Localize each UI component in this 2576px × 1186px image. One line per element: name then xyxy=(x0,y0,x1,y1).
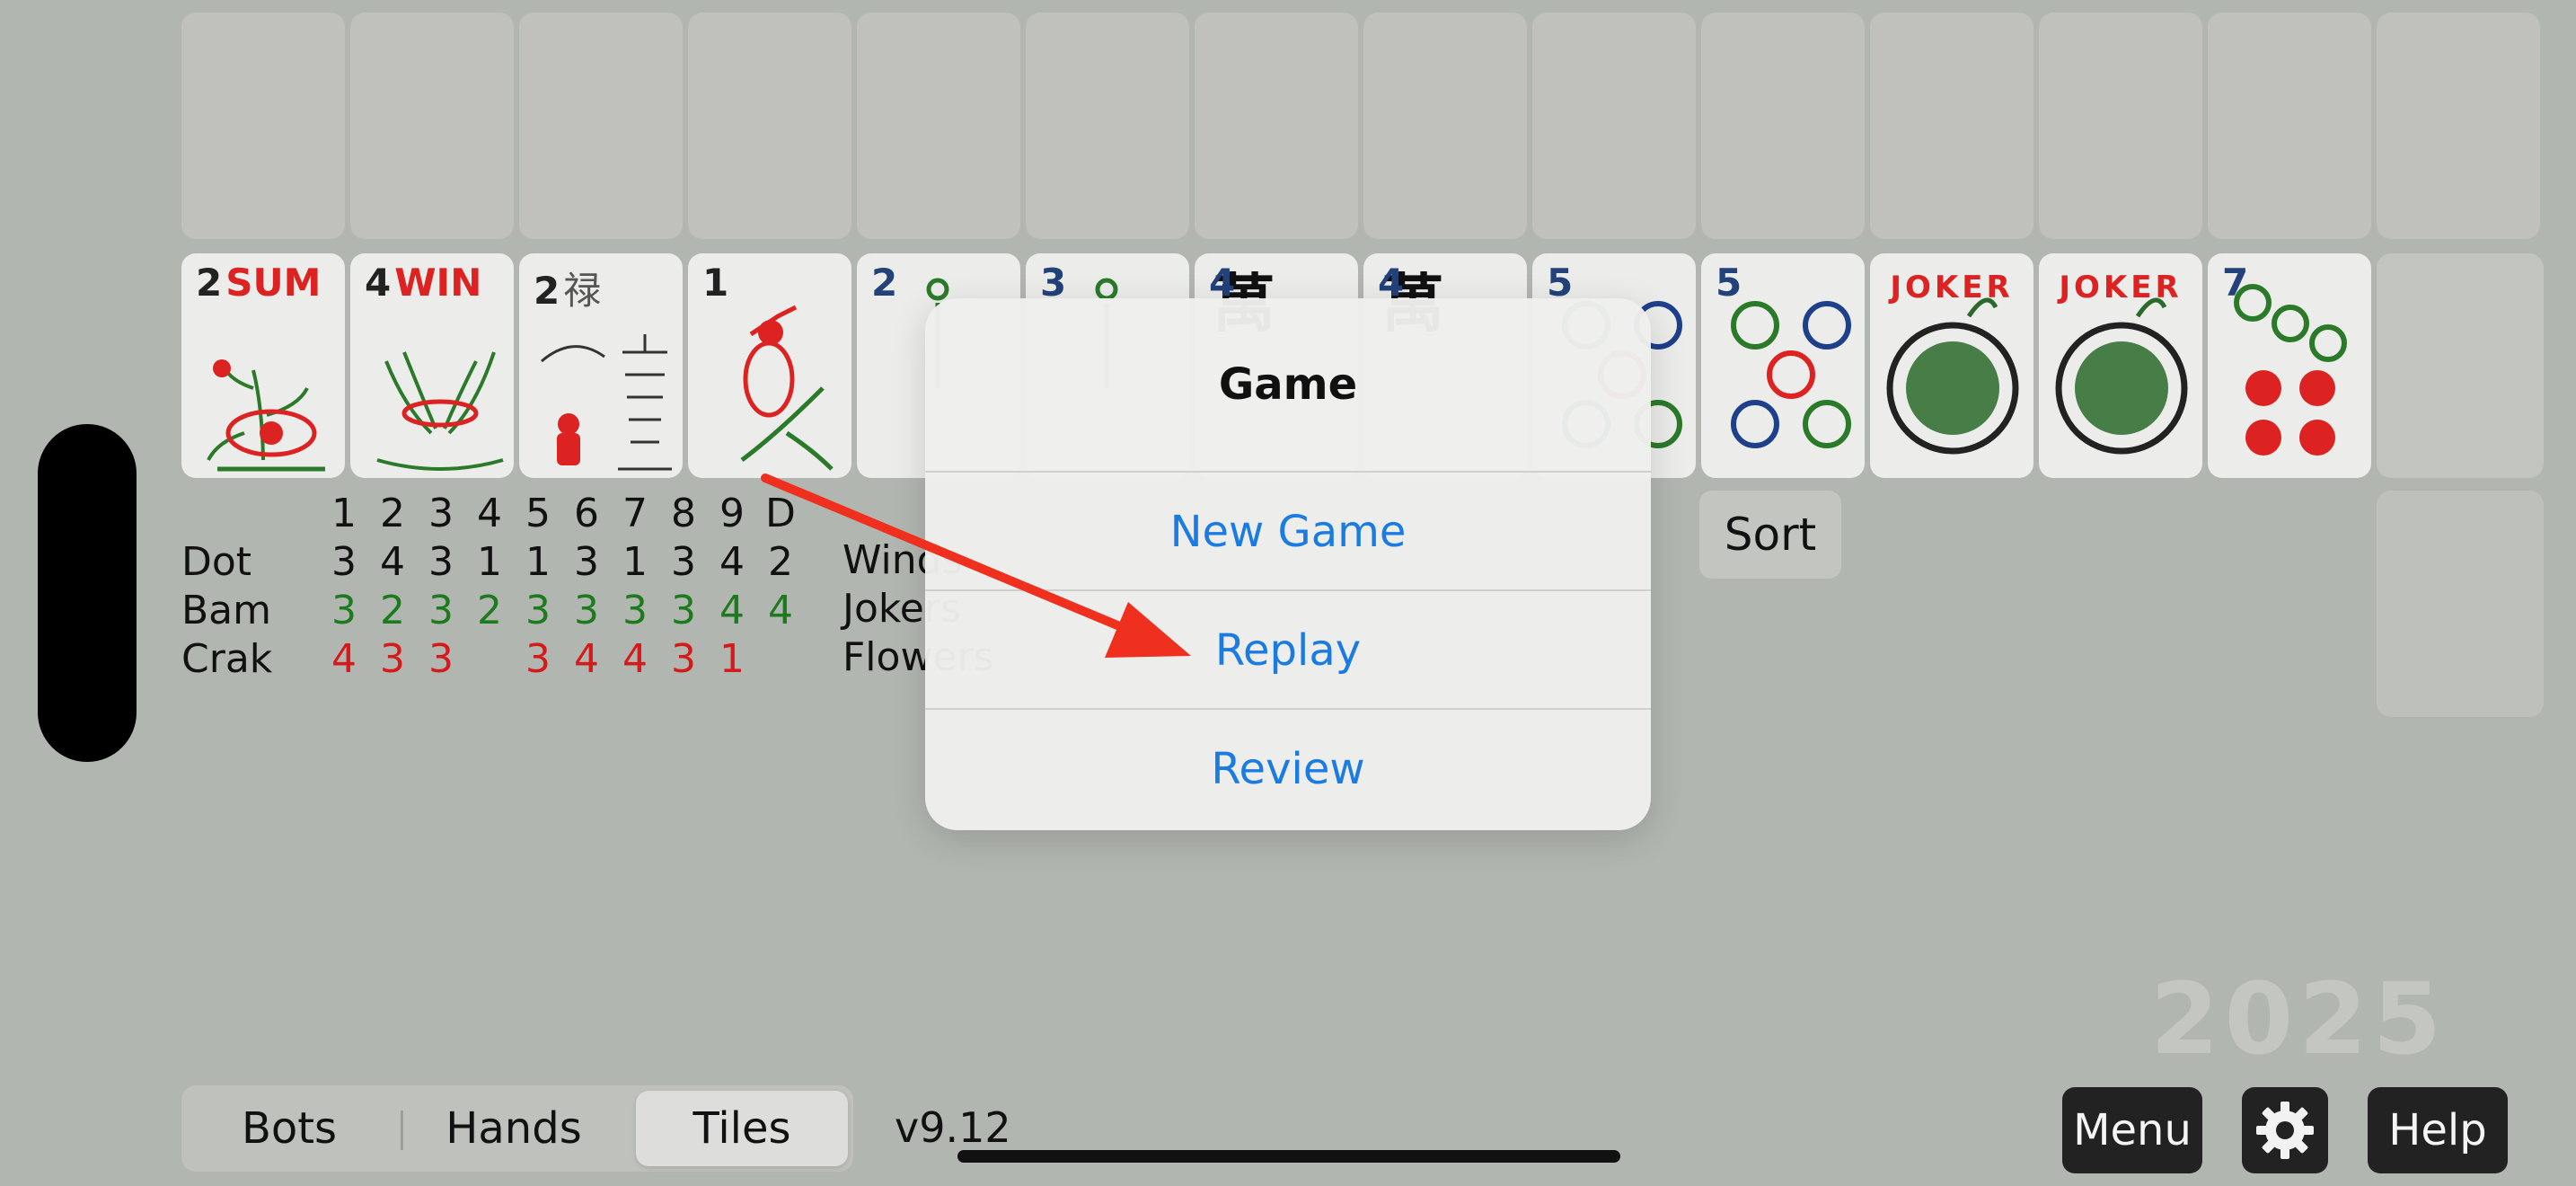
red-arrow-icon xyxy=(761,474,1191,658)
